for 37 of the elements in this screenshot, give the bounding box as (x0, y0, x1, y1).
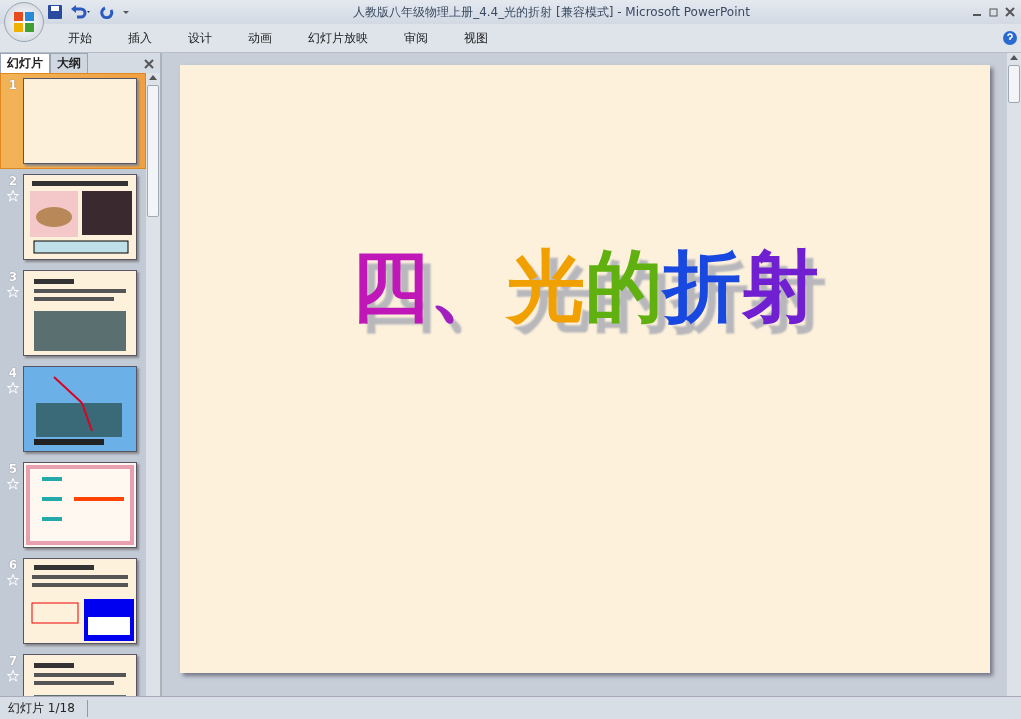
office-logo-button[interactable] (4, 2, 44, 42)
ribbon-tab[interactable]: 插入 (114, 25, 166, 51)
redo-icon[interactable] (100, 5, 114, 19)
status-text: 幻灯片 1/18 (0, 699, 88, 717)
slide-number: 5 (8, 462, 18, 476)
slide-number: 3 (8, 270, 18, 284)
scrollbar-thumb[interactable] (147, 85, 159, 217)
slide-title: 四、光的折射 (350, 239, 819, 331)
slide-number: 2 (8, 174, 18, 188)
slide-thumbnail[interactable] (23, 78, 137, 164)
window-title: 人教版八年级物理上册_4.4_光的折射 [兼容模式] - Microsoft PowerPoint (352, 3, 751, 21)
ribbon-tab[interactable]: 动画 (234, 25, 286, 51)
slide-number: 4 (8, 366, 18, 380)
ribbon-tab[interactable]: 视图 (450, 25, 502, 51)
restore-icon[interactable] (989, 7, 999, 17)
slide-thumbnail[interactable] (23, 270, 137, 356)
slide-thumbnail[interactable] (23, 558, 137, 644)
close-icon[interactable] (144, 58, 154, 69)
slide-number: 7 (8, 654, 18, 668)
scrollbar-thumb[interactable] (1008, 65, 1020, 103)
dropdown-icon[interactable] (122, 8, 130, 16)
slide-thumbnail[interactable] (23, 462, 137, 548)
office-logo-icon (13, 11, 35, 33)
slide-number: 1 (8, 78, 18, 92)
ribbon-tab[interactable]: 幻灯片放映 (294, 25, 382, 51)
undo-icon[interactable] (70, 5, 92, 19)
slide-thumbnail[interactable] (23, 366, 137, 452)
slide-number: 6 (8, 558, 18, 572)
help-icon[interactable] (1003, 31, 1017, 45)
slide-thumbnail[interactable] (23, 174, 137, 260)
ribbon-tab[interactable]: 开始 (54, 25, 106, 51)
pane-tab[interactable]: 大纲 (50, 53, 88, 73)
save-icon[interactable] (48, 5, 62, 19)
ribbon-tab[interactable]: 设计 (174, 25, 226, 51)
close-icon[interactable] (1005, 7, 1015, 17)
ribbon-tab[interactable]: 审阅 (390, 25, 442, 51)
pane-tab[interactable]: 幻灯片 (0, 53, 50, 73)
